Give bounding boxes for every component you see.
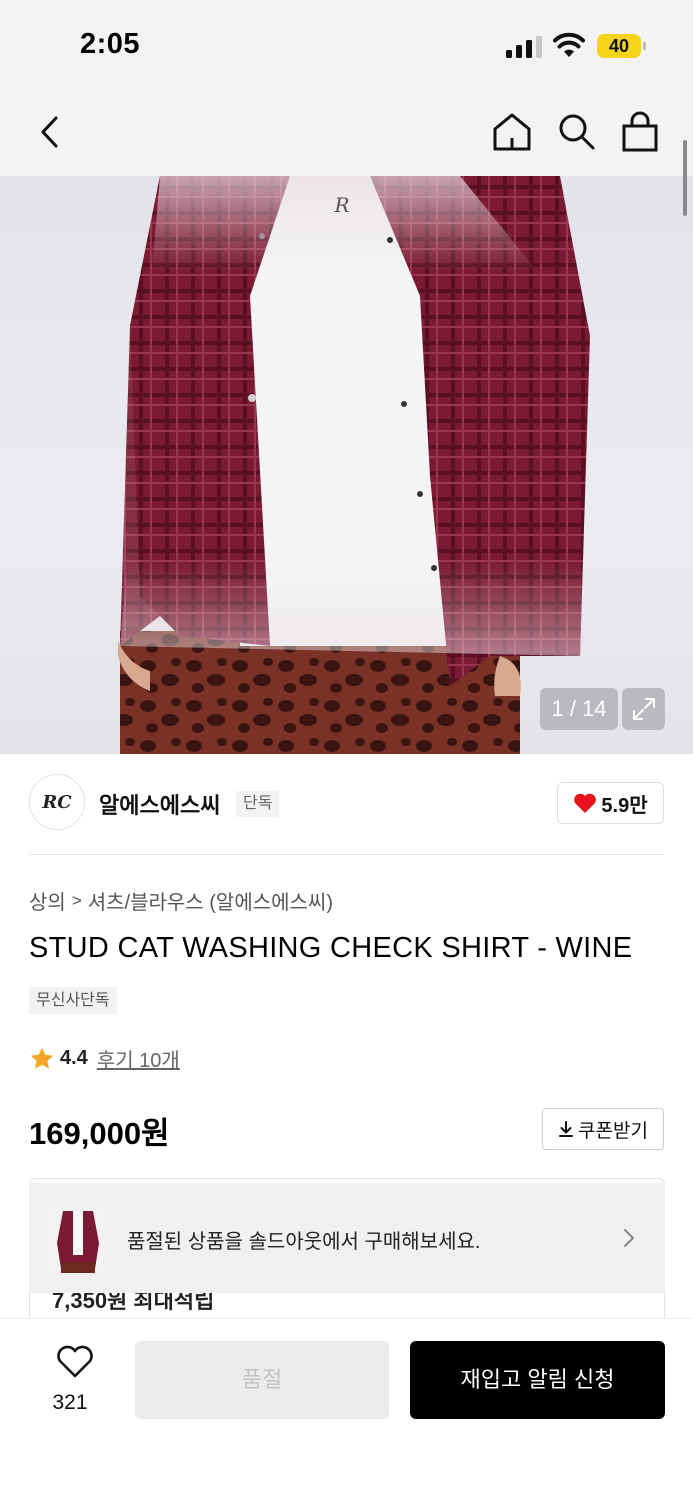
brand-row: RC 알에스에스씨 단독 5.9만	[29, 774, 665, 832]
product-photo: R	[118, 176, 590, 754]
coupon-download-button[interactable]: 쿠폰받기	[542, 1108, 664, 1150]
status-bar: 2:05 40	[0, 0, 693, 90]
bottom-action-bar: 321 품절 재입고 알림 신청	[0, 1318, 693, 1500]
brand-logo[interactable]: RC	[29, 774, 85, 830]
heart-icon	[574, 793, 597, 813]
battery-level: 40	[597, 34, 641, 58]
breadcrumb-separator: >	[71, 890, 82, 910]
rating-row: 4.4 후기 10개	[29, 1044, 180, 1073]
battery-icon: 40	[597, 34, 647, 58]
banner-product-image	[49, 1203, 107, 1273]
scrollbar-thumb[interactable]	[683, 140, 687, 216]
divider	[29, 854, 665, 855]
image-counter: 1 / 14	[540, 688, 618, 730]
search-icon	[559, 114, 595, 150]
wifi-icon	[553, 32, 585, 57]
cart-button[interactable]	[618, 110, 662, 154]
banner-product-thumbnail	[49, 1203, 107, 1273]
breadcrumb-category[interactable]: 상의	[29, 886, 66, 915]
search-button[interactable]	[554, 110, 598, 154]
soldout-button: 품절	[135, 1341, 389, 1419]
download-icon	[559, 1121, 574, 1137]
chevron-left-icon	[41, 116, 58, 148]
breadcrumb-subcategory[interactable]: 셔츠/블라우스 (알에스에스씨)	[88, 886, 333, 915]
brand-like-button[interactable]: 5.9만	[557, 782, 664, 824]
product-image-gallery[interactable]: R 1 / 14	[0, 176, 693, 754]
shopping-bag-icon	[622, 111, 658, 152]
review-link[interactable]: 후기 10개	[97, 1044, 180, 1073]
product-price: 169,000원	[29, 1116, 170, 1151]
wishlist-button[interactable]: 321	[40, 1343, 100, 1417]
expand-image-button[interactable]	[622, 688, 665, 730]
heart-outline-icon	[57, 1345, 93, 1378]
star-icon	[30, 1047, 54, 1069]
cellular-signal-icon	[506, 36, 542, 58]
product-title: STUD CAT WASHING CHECK SHIRT - WINE	[29, 932, 633, 964]
status-time: 2:05	[80, 28, 141, 60]
expand-icon	[632, 698, 655, 720]
exclusive-badge: 단독	[236, 791, 280, 817]
soldout-banner-text: 품절된 상품을 솔드아웃에서 구매해보세요.	[127, 1231, 481, 1253]
home-icon	[493, 113, 531, 151]
breadcrumb: 상의 > 셔츠/블라우스 (알에스에스씨)	[29, 886, 333, 915]
chevron-right-icon	[624, 1229, 634, 1247]
coupon-label: 쿠폰받기	[578, 1120, 648, 1142]
rating-value: 4.4	[60, 1047, 88, 1069]
brand-like-count: 5.9만	[601, 794, 648, 817]
top-nav-bar	[0, 90, 693, 176]
home-button[interactable]	[490, 110, 534, 154]
musinsa-exclusive-tag: 무신사단독	[29, 987, 117, 1014]
svg-text:R: R	[333, 193, 349, 217]
wishlist-count: 321	[52, 1391, 88, 1414]
back-button[interactable]	[28, 110, 72, 154]
soldout-banner[interactable]: 품절된 상품을 솔드아웃에서 구매해보세요.	[29, 1183, 665, 1293]
restock-alert-button[interactable]: 재입고 알림 신청	[410, 1341, 665, 1419]
brand-name[interactable]: 알에스에스씨	[99, 788, 220, 820]
